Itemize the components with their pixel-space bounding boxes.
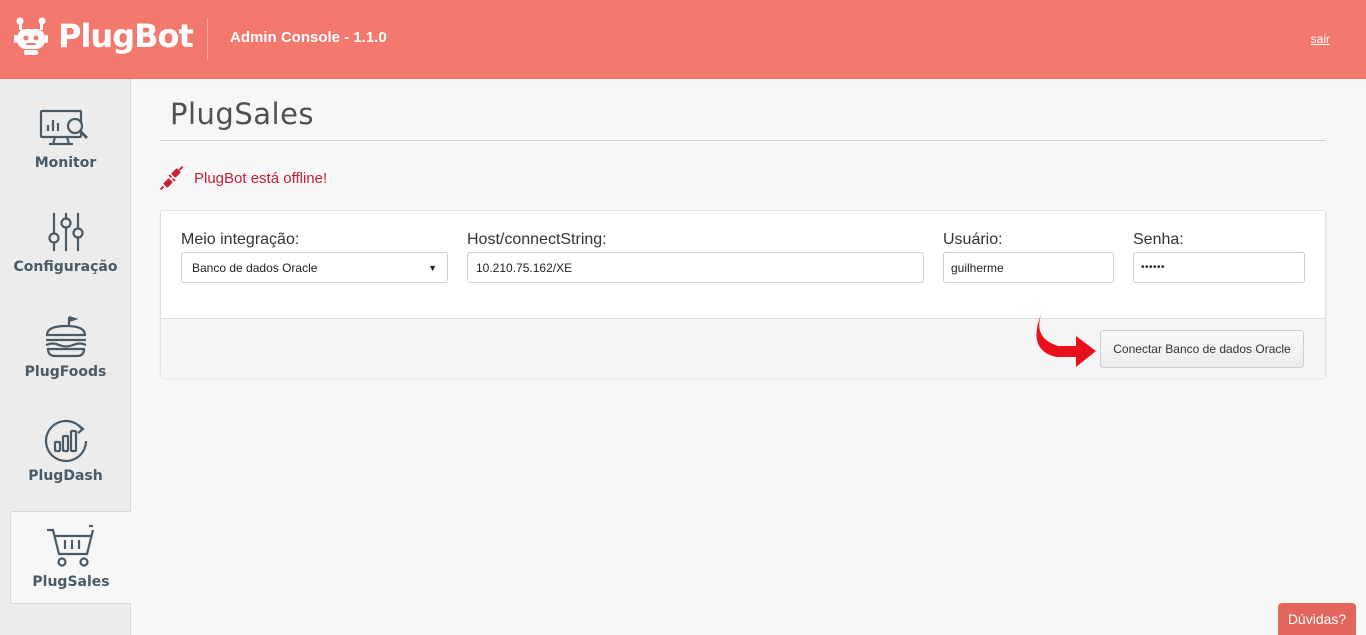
logo-text: PlugBot: [58, 17, 194, 55]
sidebar-item-label: Monitor: [34, 155, 97, 171]
sidebar-item-plugdash[interactable]: PlugDash: [0, 416, 131, 512]
burger-icon: [45, 315, 86, 358]
page-title: PlugSales: [170, 97, 315, 131]
connect-oracle-button[interactable]: Conectar Banco de dados Oracle: [1100, 330, 1304, 368]
chart-icon: [44, 419, 87, 463]
status-message: PlugBot está offline!: [160, 166, 327, 190]
header-divider: [207, 18, 208, 60]
user-input[interactable]: guilherme: [943, 252, 1114, 283]
connection-card: Meio integração: Banco de dados Oracle ▼…: [160, 210, 1326, 378]
sidebar-item-label: Configuração: [13, 259, 118, 275]
cart-icon: [47, 524, 95, 567]
sidebar-item-plugfoods[interactable]: PlugFoods: [0, 312, 131, 408]
host-input[interactable]: 10.210.75.162/XE: [467, 252, 924, 283]
sliders-icon: [47, 213, 84, 251]
user-field: Usuário: guilherme: [943, 231, 1114, 283]
sidebar-item-label: PlugSales: [32, 574, 110, 590]
integration-select[interactable]: Banco de dados Oracle ▼: [181, 252, 448, 283]
integration-field: Meio integração: Banco de dados Oracle ▼: [181, 231, 448, 283]
monitor-icon: [39, 109, 88, 146]
user-label: Usuário:: [943, 231, 1003, 248]
robot-icon: [14, 17, 48, 55]
status-text: PlugBot está offline!: [194, 169, 328, 187]
plugbot-logo: PlugBot: [14, 16, 194, 56]
integration-label: Meio integração:: [181, 231, 300, 248]
sidebar: Monitor Configuração PlugFoods PlugDash …: [0, 79, 131, 635]
sidebar-item-monitor[interactable]: Monitor: [0, 103, 131, 199]
title-divider: [160, 140, 1326, 141]
password-label: Senha:: [1133, 231, 1184, 248]
red-arrow-icon: [1036, 312, 1096, 367]
card-footer: Conectar Banco de dados Oracle: [161, 318, 1325, 378]
sidebar-item-plugsales[interactable]: PlugSales: [10, 511, 131, 604]
disconnected-plug-icon: [160, 166, 184, 190]
sidebar-item-configuracao[interactable]: Configuração: [0, 207, 131, 303]
app-title: Admin Console - 1.1.0: [230, 29, 387, 46]
integration-value: Banco de dados Oracle: [192, 260, 318, 275]
logout-link[interactable]: sair: [1311, 32, 1330, 46]
sidebar-item-label: PlugFoods: [24, 364, 107, 380]
sidebar-item-label: PlugDash: [28, 468, 103, 484]
top-header: PlugBot Admin Console - 1.1.0 sair: [0, 0, 1366, 79]
password-field: Senha: ••••••: [1133, 231, 1305, 283]
caret-down-icon: ▼: [428, 262, 437, 273]
help-button[interactable]: Dúvidas?: [1278, 603, 1356, 635]
password-input[interactable]: ••••••: [1133, 252, 1305, 283]
host-label: Host/connectString:: [467, 231, 607, 248]
host-field: Host/connectString: 10.210.75.162/XE: [467, 231, 924, 283]
